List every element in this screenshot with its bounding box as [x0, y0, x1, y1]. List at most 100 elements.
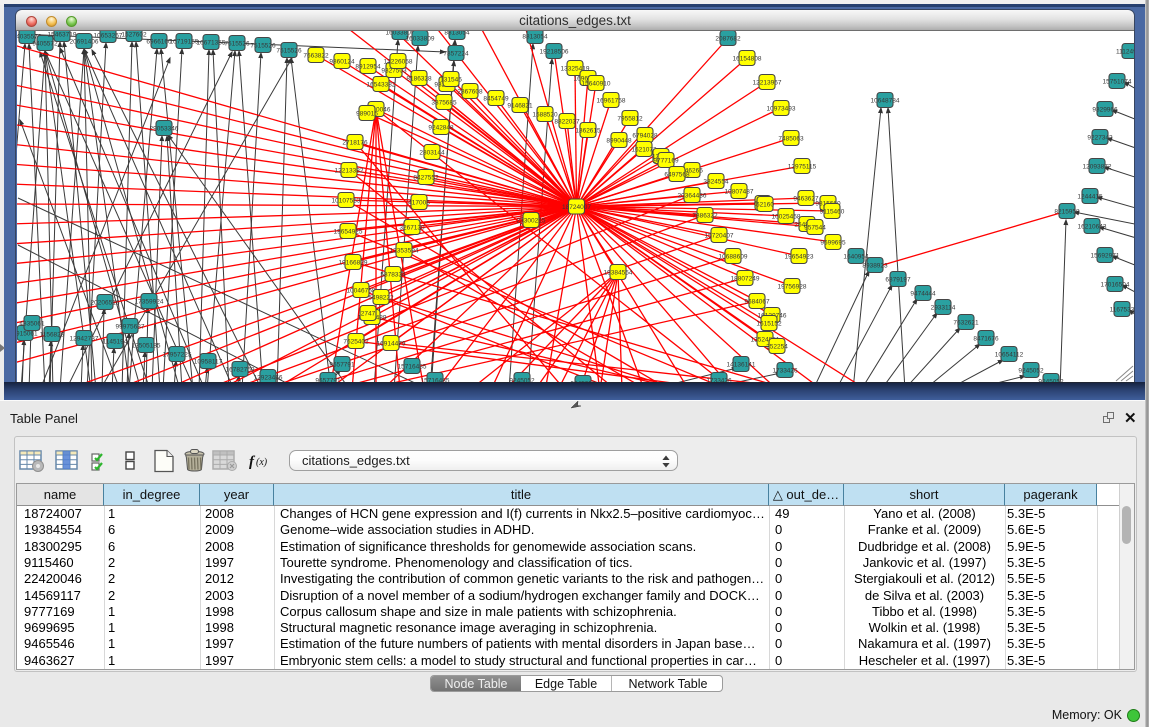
svg-text:10046768: 10046768	[347, 288, 376, 295]
svg-text:20691406: 20691406	[70, 39, 99, 46]
svg-text:131546: 131546	[440, 77, 462, 84]
svg-text:10025458: 10025458	[772, 214, 801, 221]
svg-text:15716485: 15716485	[398, 364, 427, 371]
svg-text:9699695: 9699695	[820, 240, 846, 247]
svg-text:10653267: 10653267	[94, 33, 123, 40]
svg-text:9245052: 9245052	[1018, 368, 1044, 375]
svg-text:19654923: 19654923	[785, 254, 814, 261]
svg-text:f: f	[249, 454, 256, 470]
svg-text:10719155: 10719155	[170, 39, 199, 46]
svg-text:12353594: 12353594	[390, 248, 419, 255]
svg-text:2933114: 2933114	[931, 305, 956, 312]
svg-text:8990448: 8990448	[606, 138, 632, 145]
svg-text:2747: 2747	[361, 311, 376, 318]
svg-text:19384554: 19384554	[604, 270, 633, 277]
svg-text:12942737: 12942737	[70, 336, 99, 343]
svg-text:13226058: 13226058	[384, 59, 413, 66]
svg-text:7357224: 7357224	[443, 51, 469, 58]
svg-text:3875685: 3875685	[431, 100, 457, 107]
svg-text:9657791: 9657791	[329, 362, 355, 369]
svg-text:12923466: 12923466	[254, 375, 283, 382]
svg-text:2867608: 2867608	[457, 89, 483, 96]
svg-text:9474444: 9474444	[910, 291, 936, 298]
svg-text:7632621: 7632621	[953, 320, 979, 327]
svg-text:9860124: 9860124	[329, 59, 355, 66]
svg-text:10654112: 10654112	[995, 352, 1024, 359]
svg-text:2803144: 2803144	[419, 150, 445, 157]
svg-text:6794028: 6794028	[632, 133, 658, 140]
svg-text:7515526: 7515526	[250, 43, 276, 50]
svg-text:16961758: 16961758	[597, 98, 626, 105]
svg-text:6879197: 6879197	[885, 277, 911, 284]
svg-text:10648784: 10648784	[871, 98, 900, 105]
svg-text:6966160: 6966160	[146, 39, 172, 46]
svg-text:15720407: 15720407	[705, 233, 734, 240]
svg-text:9245052: 9245052	[509, 378, 535, 383]
svg-text:5878334: 5878334	[380, 272, 406, 279]
svg-text:10688609: 10688609	[719, 254, 748, 261]
svg-text:8215958: 8215958	[1054, 209, 1080, 216]
svg-text:1362615: 1362615	[575, 128, 601, 135]
svg-text:9245052: 9245052	[570, 381, 596, 383]
svg-text:12975115: 12975115	[788, 164, 817, 171]
svg-text:18807249: 18807249	[731, 276, 760, 283]
svg-text:12213967: 12213967	[753, 80, 782, 87]
svg-text:15692971: 15692971	[1091, 253, 1120, 260]
svg-text:15716485: 15716485	[421, 378, 450, 383]
svg-text:16210643: 16210643	[1078, 224, 1107, 231]
svg-text:8186328: 8186328	[406, 76, 432, 83]
svg-text:16782759: 16782759	[226, 367, 255, 374]
svg-text:1527602: 1527602	[121, 32, 147, 39]
svg-text:8454749: 8454749	[483, 96, 509, 103]
svg-text:7515526: 7515526	[276, 48, 302, 55]
svg-text:3267130: 3267130	[399, 225, 425, 232]
svg-text:10973493: 10973493	[767, 106, 796, 113]
svg-text:3915061: 3915061	[17, 331, 38, 338]
svg-text:9329966: 9329966	[1092, 107, 1118, 114]
svg-text:19218506: 19218506	[540, 49, 569, 56]
svg-text:16543382: 16543382	[367, 82, 396, 89]
svg-text:1167533: 1167533	[1110, 307, 1134, 314]
svg-text:1588520: 1588520	[532, 112, 558, 119]
svg-text:9405572: 9405572	[32, 41, 58, 48]
svg-text:16154808: 16154808	[733, 56, 762, 63]
svg-text:14136141: 14136141	[727, 362, 756, 369]
svg-text:8822037: 8822037	[554, 119, 580, 126]
svg-text:17359924: 17359924	[135, 299, 164, 306]
svg-text:19654925: 19654925	[334, 229, 363, 236]
svg-text:7625402: 7625402	[343, 339, 369, 346]
svg-text:29053346: 29053346	[150, 126, 179, 133]
svg-text:12505185: 12505185	[132, 343, 161, 350]
svg-text:17957225: 17957225	[163, 352, 192, 359]
svg-text:989015: 989015	[356, 111, 378, 118]
svg-text:9227342: 9227342	[1087, 135, 1113, 142]
svg-text:15640910: 15640910	[582, 81, 611, 88]
svg-text:1733426: 1733426	[772, 368, 798, 375]
svg-text:2087682: 2087682	[715, 36, 741, 43]
svg-text:11124982: 11124982	[1116, 49, 1134, 56]
svg-text:9146821: 9146821	[507, 103, 533, 110]
svg-text:417006: 417006	[408, 200, 430, 207]
svg-text:252254: 252254	[766, 344, 788, 351]
svg-text:12213382: 12213382	[335, 168, 364, 175]
svg-text:8427552: 8427552	[413, 175, 439, 182]
svg-text:1156829: 1156829	[40, 332, 65, 339]
svg-text:7663822: 7663822	[303, 53, 329, 60]
svg-text:9657791: 9657791	[315, 378, 341, 383]
svg-text:8813054: 8813054	[522, 34, 548, 41]
svg-text:16914479: 16914479	[377, 341, 406, 348]
svg-text:3824554: 3824554	[703, 179, 729, 186]
svg-text:20364436: 20364436	[678, 193, 707, 200]
svg-text:10807487: 10807487	[725, 189, 754, 196]
svg-text:7485063: 7485063	[778, 136, 804, 143]
svg-text:9684067: 9684067	[744, 299, 770, 306]
svg-text:99975687: 99975687	[116, 324, 145, 331]
svg-text:6497568: 6497568	[664, 172, 690, 179]
svg-text:62160: 62160	[756, 202, 774, 209]
svg-text:19166829: 19166829	[339, 260, 368, 267]
svg-text:15463719: 15463719	[48, 32, 77, 39]
svg-text:12093872: 12093872	[1083, 164, 1112, 171]
svg-text:1145194: 1145194	[103, 339, 128, 346]
svg-text:1244415: 1244415	[1077, 194, 1103, 201]
svg-text:1615152: 1615152	[756, 321, 782, 328]
